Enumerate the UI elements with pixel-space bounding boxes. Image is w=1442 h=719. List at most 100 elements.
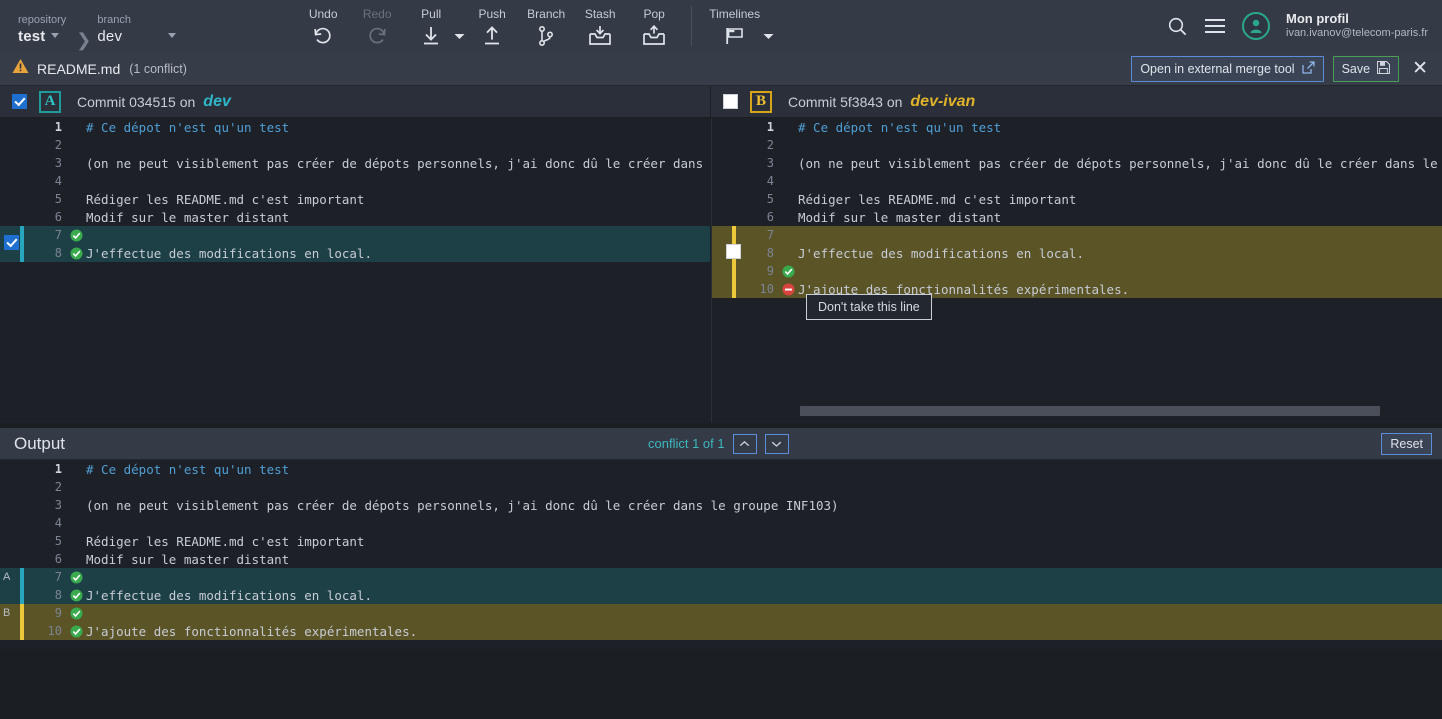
side-a-badge: A bbox=[39, 90, 61, 113]
code-line[interactable]: 5 Rédiger les README.md c'est important bbox=[0, 190, 710, 208]
line-accepted-check-icon[interactable] bbox=[68, 607, 84, 620]
line-number: 3 bbox=[766, 156, 774, 170]
code-pane-side-b[interactable]: 1 # Ce dépot n'est qu'un test 2 3 (on ne peu… bbox=[711, 118, 1442, 423]
line-accepted-check-icon[interactable] bbox=[68, 229, 84, 242]
side-b-branch: dev-ivan bbox=[910, 92, 976, 110]
line-accepted-check-icon[interactable] bbox=[68, 625, 84, 638]
code-line[interactable]: 4 bbox=[712, 172, 1442, 190]
take-conflict-block-b-checkbox[interactable] bbox=[726, 244, 741, 259]
redo-arrow-icon bbox=[366, 24, 388, 48]
code-line-text: Modif sur le master distant bbox=[86, 209, 290, 225]
horizontal-scrollbar-side-b[interactable] bbox=[800, 406, 1380, 416]
code-line[interactable]: 2 bbox=[0, 478, 1442, 496]
side-b-badge: B bbox=[750, 90, 772, 113]
line-number: 6 bbox=[766, 210, 774, 224]
toolbar-timelines-button[interactable]: Timelines bbox=[702, 1, 767, 52]
code-line[interactable]: A7 bbox=[0, 568, 1442, 586]
chevron-down-icon[interactable] bbox=[763, 33, 774, 52]
toolbar-pop-button[interactable]: Pop bbox=[627, 1, 681, 52]
line-rejected-minus-icon[interactable] bbox=[780, 283, 796, 296]
code-line[interactable]: 8 J'effectue des modifications en local. bbox=[0, 244, 710, 262]
code-line[interactable]: 10 J'ajoute des fonctionnalités expérimen… bbox=[0, 622, 1442, 640]
code-line[interactable]: 3 (on ne peut visiblement pas créer de dé… bbox=[0, 154, 710, 172]
code-line[interactable]: 6 Modif sur le master distant bbox=[0, 550, 1442, 568]
code-line[interactable]: 1 # Ce dépot n'est qu'un test bbox=[712, 118, 1442, 136]
code-line[interactable]: 4 bbox=[0, 514, 1442, 532]
branch-selector[interactable]: branch dev bbox=[97, 13, 177, 52]
code-line[interactable]: B9 bbox=[0, 604, 1442, 622]
code-line[interactable]: 3 (on ne peut visiblement pas créer de dé… bbox=[0, 496, 1442, 514]
code-pane-side-a[interactable]: 1 # Ce dépot n'est qu'un test 2 3 (on ne peu… bbox=[0, 118, 710, 423]
code-line[interactable]: 7 bbox=[0, 226, 710, 244]
repository-selector[interactable]: repository test bbox=[18, 13, 66, 52]
repository-label: repository bbox=[18, 14, 67, 26]
code-line[interactable]: 2 bbox=[0, 136, 710, 154]
line-number: 7 bbox=[766, 228, 774, 242]
chevron-down-icon[interactable] bbox=[168, 33, 177, 38]
output-title: Output bbox=[14, 433, 66, 453]
code-line[interactable]: 8 J'effectue des modifications en local. bbox=[0, 586, 1442, 604]
line-accepted-check-icon[interactable] bbox=[68, 589, 84, 602]
toolbar-stash-button[interactable]: Stash bbox=[573, 1, 627, 52]
code-line[interactable]: 8 J'effectue des modifications en local. bbox=[712, 244, 1442, 262]
profile-name: Mon profil bbox=[1286, 11, 1349, 27]
code-line[interactable]: 5 Rédiger les README.md c'est important bbox=[712, 190, 1442, 208]
line-number: 6 bbox=[54, 552, 62, 566]
code-line[interactable]: 1 # Ce dépot n'est qu'un test bbox=[0, 460, 1442, 478]
code-line-text: (on ne peut visiblement pas créer de dép… bbox=[86, 155, 704, 171]
line-number: 1 bbox=[766, 120, 774, 134]
pane-header-right: B Commit 5f3843 on dev-ivan bbox=[711, 86, 1442, 118]
code-line-text: (on ne peut visiblement pas créer de dép… bbox=[798, 155, 1438, 171]
line-number: 9 bbox=[766, 264, 774, 278]
code-line[interactable]: 3 (on ne peut visiblement pas créer de dé… bbox=[712, 154, 1442, 172]
chevron-down-icon[interactable] bbox=[454, 33, 465, 52]
chevron-down-icon[interactable] bbox=[51, 33, 60, 38]
conflict-block-edge-bar-a bbox=[20, 586, 24, 604]
open-in-external-merge-tool-button[interactable]: Open in external merge tool bbox=[1131, 55, 1324, 82]
code-line-text: Rédiger les README.md c'est important bbox=[798, 191, 1077, 207]
output-code-pane[interactable]: 1 # Ce dépot n'est qu'un test 2 3 (on ne peu… bbox=[0, 460, 1442, 650]
toolbar-pull-button[interactable]: Pull bbox=[404, 1, 458, 52]
code-line[interactable]: 7 bbox=[712, 226, 1442, 244]
code-line[interactable]: 4 bbox=[0, 172, 710, 190]
code-line[interactable]: 9 bbox=[712, 262, 1442, 280]
stash-down-icon bbox=[588, 24, 612, 48]
close-x-icon[interactable]: ✕ bbox=[1408, 59, 1432, 78]
hamburger-menu-icon[interactable] bbox=[1204, 18, 1226, 34]
code-line[interactable]: 6 Modif sur le master distant bbox=[0, 208, 710, 226]
avatar[interactable] bbox=[1242, 12, 1270, 40]
toolbar-action-label: Pull bbox=[421, 7, 442, 21]
next-conflict-button[interactable] bbox=[764, 433, 789, 454]
code-line[interactable]: 6 Modif sur le master distant bbox=[712, 208, 1442, 226]
line-accepted-check-icon[interactable] bbox=[68, 571, 84, 584]
code-line[interactable]: 1 # Ce dépot n'est qu'un test bbox=[0, 118, 710, 136]
previous-conflict-button[interactable] bbox=[732, 433, 757, 454]
repository-value: test bbox=[18, 28, 46, 45]
dont-take-this-line-button[interactable]: Don't take this line bbox=[806, 294, 932, 320]
line-accepted-check-icon[interactable] bbox=[68, 247, 84, 260]
save-button[interactable]: Save bbox=[1332, 55, 1400, 82]
conflict-count: (1 conflict) bbox=[129, 61, 187, 76]
save-label: Save bbox=[1341, 61, 1371, 76]
code-line[interactable]: 5 Rédiger les README.md c'est important bbox=[0, 532, 1442, 550]
take-side-a-checkbox[interactable] bbox=[12, 94, 27, 109]
profile-info[interactable]: Mon profil ivan.ivanov@telecom-paris.fr bbox=[1286, 11, 1428, 40]
toolbar-action-label: Branch bbox=[527, 7, 566, 21]
line-number: 4 bbox=[54, 174, 62, 188]
code-line-text: Rédiger les README.md c'est important bbox=[86, 533, 365, 549]
code-line-text: Rédiger les README.md c'est important bbox=[86, 191, 365, 207]
take-side-b-checkbox[interactable] bbox=[723, 94, 738, 109]
toolbar-branch-button[interactable]: Branch bbox=[519, 1, 573, 52]
take-conflict-block-a-checkbox[interactable] bbox=[4, 235, 19, 250]
search-icon[interactable] bbox=[1167, 16, 1188, 37]
reset-button[interactable]: Reset bbox=[1381, 432, 1432, 455]
code-line[interactable]: 2 bbox=[712, 136, 1442, 154]
line-number: 6 bbox=[54, 210, 62, 224]
toolbar-push-button[interactable]: Push bbox=[465, 1, 519, 52]
line-accepted-check-icon[interactable] bbox=[780, 265, 796, 278]
line-number: 1 bbox=[54, 462, 62, 476]
toolbar-undo-button[interactable]: Undo bbox=[296, 1, 350, 52]
line-number: 3 bbox=[54, 156, 62, 170]
code-line-text: # Ce dépot n'est qu'un test bbox=[86, 461, 290, 477]
conflict-block-edge-bar-a bbox=[20, 226, 24, 244]
